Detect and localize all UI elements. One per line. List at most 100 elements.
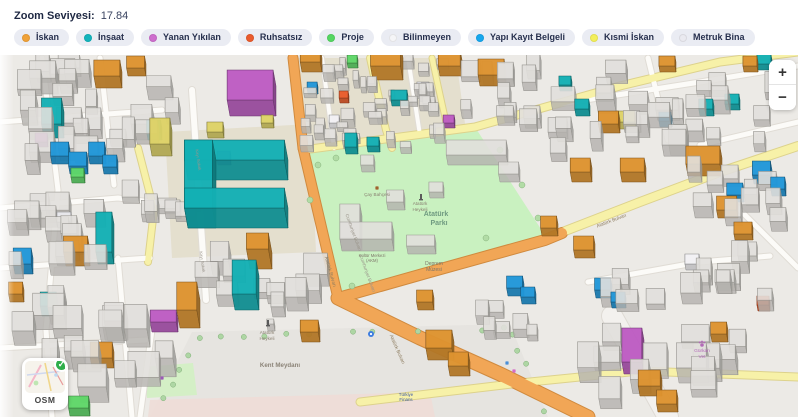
building-gray	[590, 121, 603, 151]
zoom-in-button[interactable]: +	[769, 60, 796, 85]
map-label: Heykeli	[412, 207, 427, 212]
map-label: Çay Bahçesi	[364, 192, 390, 197]
map-label: Finans	[399, 397, 413, 402]
building-gray	[145, 194, 159, 223]
map-viewport[interactable]: AtatürkParkıAtatürkHeykeliÇay BahçesiDep…	[0, 55, 798, 417]
poi-dot-icon	[160, 376, 163, 379]
map-label: Atatürk	[413, 201, 428, 206]
legend-item-kismi[interactable]: Kısmi İskan	[582, 29, 664, 46]
building-iskan	[300, 55, 322, 72]
building-gray	[484, 317, 497, 340]
cafe-icon	[375, 186, 378, 189]
legend-item-label: İskan	[36, 33, 59, 42]
legend-item-label: Yanan Yıkılan	[163, 33, 221, 42]
building-gray	[550, 138, 567, 162]
building-gray	[369, 112, 383, 125]
legend-item-metruk[interactable]: Metruk Bina	[671, 29, 755, 46]
building-gray	[321, 89, 334, 103]
building-gray	[304, 88, 317, 98]
building-gray	[711, 86, 730, 114]
app-root: Zoom Seviyesi: 17.84 İskan İnşaat Yanan Yı…	[0, 0, 798, 417]
basemap-thumbnail: ✓	[25, 361, 65, 393]
building-gray	[753, 132, 766, 152]
building-gray	[648, 102, 672, 128]
building-proje	[347, 55, 358, 68]
building-gray	[522, 65, 537, 91]
building-iskan	[177, 282, 200, 328]
building-gray	[114, 361, 136, 387]
building-gray	[367, 76, 377, 92]
legend-item-label: İnşaat	[98, 33, 124, 42]
building-gray	[323, 65, 336, 82]
building-gray	[693, 193, 713, 218]
map-label: Heykeli	[259, 336, 274, 341]
zoom-control: + −	[769, 60, 796, 110]
building-gray	[646, 288, 665, 309]
building-gray	[716, 270, 732, 294]
building-gray	[519, 109, 537, 132]
monument-icon	[420, 194, 422, 199]
building-gray	[691, 371, 717, 397]
building-iskan	[620, 158, 646, 182]
building-kismi	[207, 122, 224, 138]
building-gray	[599, 376, 622, 408]
building-gray	[386, 131, 395, 148]
building-insaat	[184, 188, 288, 228]
building-gray	[596, 85, 617, 114]
building-gray	[616, 289, 639, 311]
building-gray	[407, 235, 436, 254]
building-gray	[741, 188, 759, 212]
zoom-level-label: Zoom Seviyesi:	[14, 10, 95, 22]
building-proje	[69, 396, 90, 416]
building-kismi	[150, 118, 172, 156]
legend-item-bilinmeyen[interactable]: Bilinmeyen	[381, 29, 461, 46]
building-gray	[428, 103, 439, 117]
building-gray	[271, 292, 286, 317]
ykb-category-dot-icon	[476, 34, 484, 42]
legend-item-ykb[interactable]: Yapı Kayıt Belgeli	[468, 29, 575, 46]
building-gray	[578, 342, 602, 383]
building-gray	[433, 123, 445, 143]
building-gray	[53, 306, 83, 339]
insaat-category-dot-icon	[84, 34, 92, 42]
iskan-category-dot-icon	[22, 34, 30, 42]
legend-item-insaat[interactable]: İnşaat	[76, 29, 134, 46]
legend-item-ruhsatsiz[interactable]: Ruhsatsız	[238, 29, 313, 46]
legend-item-yanan[interactable]: Yanan Yıkılan	[141, 29, 231, 46]
building-gray	[361, 155, 375, 172]
building-kismi	[261, 115, 274, 128]
zoom-out-button[interactable]: −	[769, 85, 796, 110]
basemap-switcher-osm[interactable]: ✓ OSM	[22, 358, 68, 410]
legend-item-iskan[interactable]: İskan	[14, 29, 69, 46]
building-gray	[122, 180, 139, 203]
map-canvas: AtatürkParkıAtatürkHeykeliÇay BahçesiDep…	[0, 55, 798, 417]
building-gray	[662, 129, 688, 156]
building-iskan	[711, 322, 728, 342]
poi-dot-icon	[505, 361, 508, 364]
legend-item-label: Kısmi İskan	[604, 33, 654, 42]
building-gray	[707, 128, 721, 146]
building-gray	[418, 63, 429, 76]
legend-item-label: Ruhsatsız	[260, 33, 303, 42]
map-label: Kent Meydanı	[260, 362, 301, 369]
building-gray	[314, 125, 324, 140]
building-iskan	[657, 390, 678, 412]
building-yanan	[227, 70, 276, 116]
building-gray	[757, 288, 773, 311]
building-gray	[338, 78, 349, 91]
building-gray	[124, 304, 150, 347]
legend-item-proje[interactable]: Proje	[319, 29, 374, 46]
building-insaat	[345, 133, 358, 154]
building-gray	[324, 129, 337, 146]
building-ykb	[51, 142, 70, 164]
building-gray	[361, 77, 367, 93]
proje-category-dot-icon	[327, 34, 335, 42]
legend-item-label: Proje	[341, 33, 364, 42]
metruk-category-dot-icon	[679, 34, 687, 42]
building-gray	[400, 101, 410, 116]
building-gray	[300, 135, 314, 152]
building-iskan	[570, 158, 592, 182]
zoom-level-readout: Zoom Seviyesi: 17.84	[14, 10, 798, 22]
building-iskan	[743, 56, 758, 72]
building-gray	[99, 310, 125, 343]
